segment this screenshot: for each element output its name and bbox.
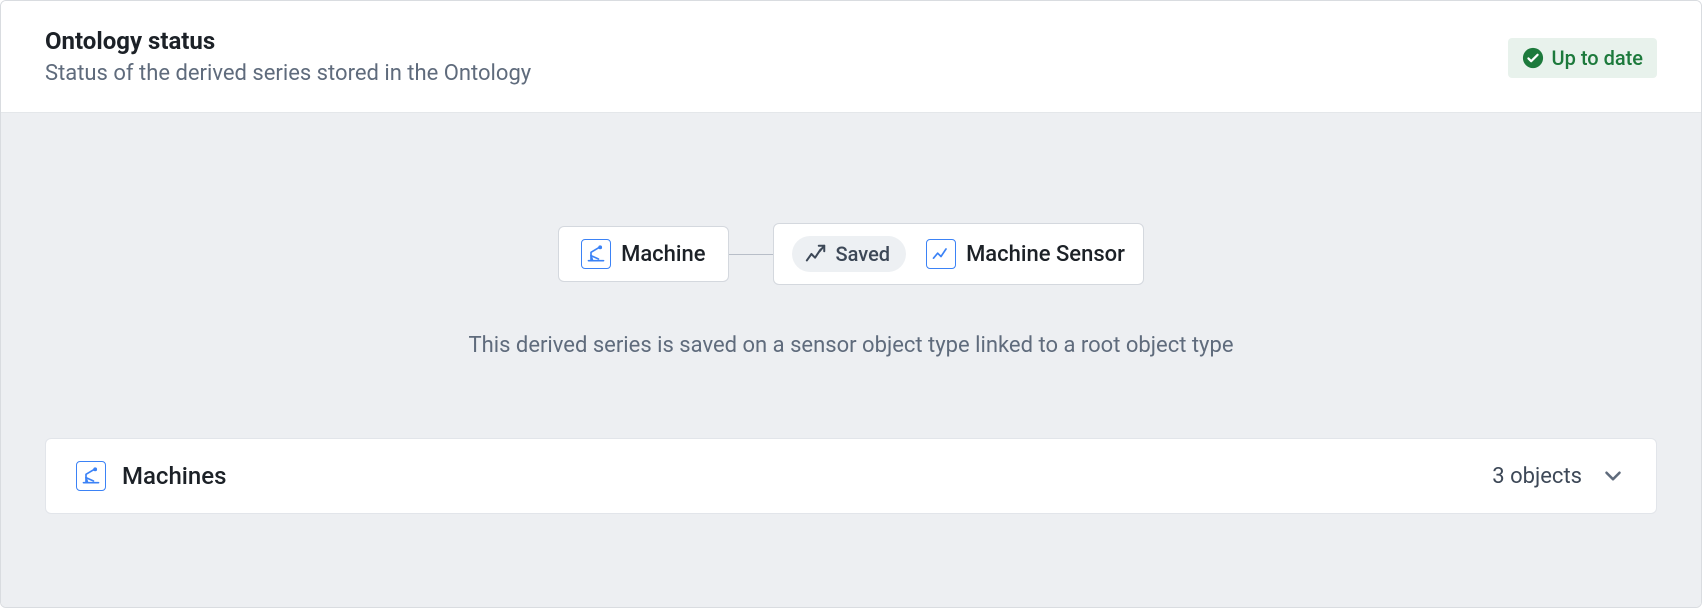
pumpjack-icon (76, 461, 106, 491)
objects-list-left: Machines (76, 461, 226, 491)
chart-arrow-icon (804, 243, 828, 265)
pumpjack-icon (581, 239, 611, 269)
objects-count-label: 3 objects (1492, 464, 1582, 489)
diagram-description: This derived series is saved on a sensor… (469, 333, 1234, 358)
panel-body: Machine Saved (1, 113, 1701, 607)
saved-state-label: Saved (836, 242, 891, 266)
root-object-label: Machine (621, 242, 705, 267)
linked-sensor-node[interactable]: Saved Machine Sensor (773, 223, 1144, 285)
panel-header: Ontology status Status of the derived se… (1, 1, 1701, 113)
chart-line-icon (926, 239, 956, 269)
objects-group-label: Machines (122, 462, 226, 490)
ontology-status-panel: Ontology status Status of the derived se… (0, 0, 1702, 608)
panel-subtitle: Status of the derived series stored in t… (45, 60, 531, 89)
relationship-diagram: Machine Saved (558, 223, 1144, 285)
objects-list-right: 3 objects (1492, 463, 1626, 489)
linked-sensor-label: Machine Sensor (966, 242, 1125, 267)
saved-state-pill: Saved (792, 236, 907, 272)
panel-title: Ontology status (45, 27, 531, 56)
check-circle-icon (1522, 47, 1544, 69)
header-text: Ontology status Status of the derived se… (45, 27, 531, 88)
connector-line (729, 254, 773, 255)
root-object-node[interactable]: Machine (558, 226, 728, 282)
chevron-down-icon[interactable] (1600, 463, 1626, 489)
objects-list-row[interactable]: Machines 3 objects (45, 438, 1657, 514)
status-badge: Up to date (1508, 38, 1657, 78)
status-label: Up to date (1552, 46, 1643, 70)
